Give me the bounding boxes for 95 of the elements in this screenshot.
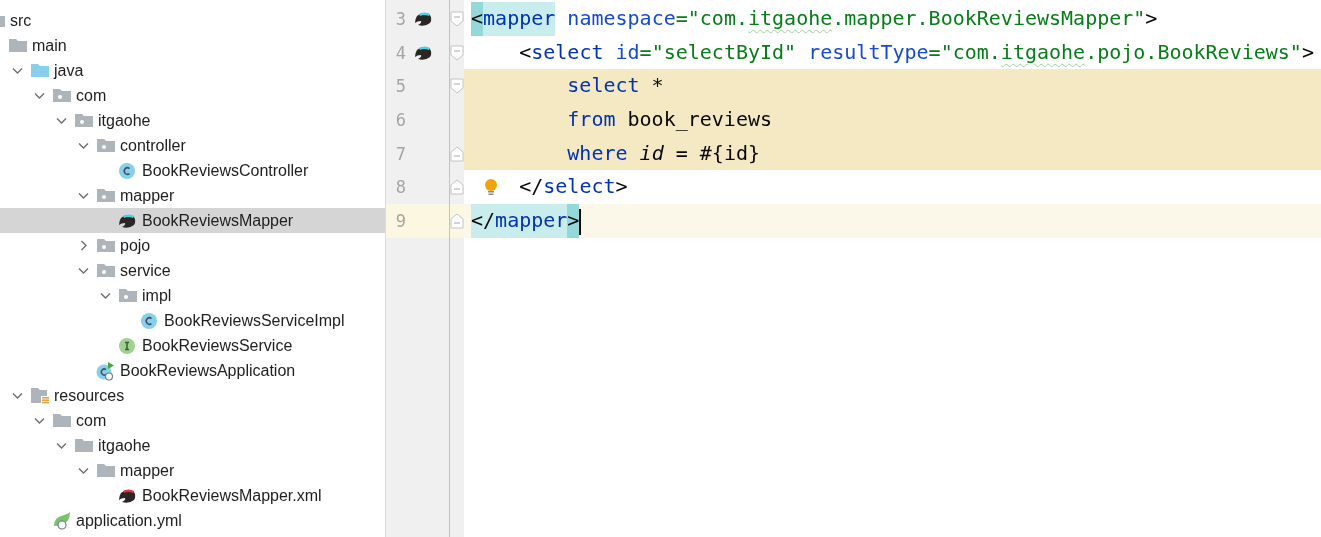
tree-item[interactable]: BookReviewsServiceImpl <box>0 308 385 333</box>
folder-icon <box>96 238 116 253</box>
tree-item-label: impl <box>142 286 172 305</box>
tree-item[interactable]: java <box>0 58 385 83</box>
chevron-icon[interactable] <box>78 265 89 276</box>
chevron-icon[interactable] <box>12 65 23 76</box>
chevron-icon[interactable] <box>78 190 89 201</box>
line-number: 4 <box>394 42 406 63</box>
line-number: 8 <box>394 177 406 198</box>
tree-item-label: mapper <box>120 461 175 480</box>
tree-item[interactable]: BookReviewsController <box>0 158 385 183</box>
tree-item-label: BookReviewsServiceImpl <box>164 311 345 330</box>
tree-item-label: resources <box>54 386 125 405</box>
spring-leaf-icon <box>52 511 72 530</box>
chevron-icon[interactable] <box>56 440 67 451</box>
mybatis-bird-icon <box>118 212 138 229</box>
folder-icon <box>96 188 116 203</box>
lightbulb-icon[interactable] <box>484 178 498 197</box>
code-line: <mapper namespace="com.itgaohe.mapper.BookReviewsMapper"> <box>471 2 1158 36</box>
interface-icon <box>118 336 136 355</box>
line-number: 3 <box>394 8 406 29</box>
tree-item-label: src <box>10 11 32 30</box>
tree-item-label: itgaohe <box>98 436 151 455</box>
line-number: 9 <box>394 210 406 231</box>
tree-item-label: BookReviewsService <box>142 336 293 355</box>
code-line: <select id="selectById" resultType="com.itgaohe.pojo.BookReviews"> <box>519 38 1314 66</box>
line-number: 6 <box>394 109 406 130</box>
tree-item[interactable]: BookReviewsService <box>0 333 385 358</box>
folder-icon <box>96 463 116 478</box>
folder-icon <box>74 113 94 128</box>
tree-item[interactable]: impl <box>0 283 385 308</box>
tree-item[interactable]: mapper <box>0 458 385 483</box>
tree-item[interactable]: service <box>0 258 385 283</box>
tree-item[interactable]: com <box>0 83 385 108</box>
tree-item-label: mapper <box>120 186 175 205</box>
code-line: from book_reviews <box>567 106 773 134</box>
tree-item-label: BookReviewsMapper.xml <box>142 486 322 505</box>
tree-item[interactable]: BookReviewsMapper <box>0 208 385 233</box>
tree-item[interactable]: controller <box>0 133 385 158</box>
chevron-icon[interactable] <box>34 415 45 426</box>
folder-icon <box>118 288 138 303</box>
tree-item-label: com <box>76 411 107 430</box>
folder-icon <box>96 263 116 278</box>
tag-match-highlight: mapper <box>495 204 568 238</box>
resources-folder-icon <box>30 387 50 404</box>
code-line: select * <box>567 72 664 100</box>
chevron-icon[interactable] <box>78 465 89 476</box>
chevron-icon[interactable] <box>34 90 45 101</box>
tree-item[interactable]: resources <box>0 383 385 408</box>
mybatis-bird-icon <box>118 487 138 504</box>
folder-icon <box>52 88 72 103</box>
folder-icon <box>8 38 28 53</box>
tree-item[interactable]: src <box>0 8 385 33</box>
tree-item[interactable]: pojo <box>0 233 385 258</box>
tree-item-label: BookReviewsMapper <box>142 211 294 230</box>
tree-item[interactable]: itgaohe <box>0 433 385 458</box>
tree-item-label: com <box>76 86 107 105</box>
line-number: 5 <box>394 76 406 97</box>
chevron-icon[interactable] <box>56 115 67 126</box>
chevron-icon[interactable] <box>12 390 23 401</box>
tree-item-label: java <box>54 61 84 80</box>
folder-icon <box>74 438 94 453</box>
tree-item-label: application.yml <box>76 511 182 530</box>
code-line: where id = #{id} <box>567 139 760 167</box>
tree-item[interactable]: application.yml <box>0 508 385 533</box>
tree-item-label: main <box>32 36 67 55</box>
tree-item[interactable]: BookReviewsApplication <box>0 358 385 383</box>
tree-item-label: BookReviewsController <box>142 161 309 180</box>
mybatis-bird-icon <box>414 44 434 62</box>
tree-item[interactable]: mapper <box>0 183 385 208</box>
chevron-icon[interactable] <box>78 240 89 251</box>
tag-match-highlight: < <box>471 2 484 36</box>
class-icon <box>118 161 136 180</box>
tree-item[interactable]: BookReviewsMapper.xml <box>0 483 385 508</box>
code-line: </select> <box>519 173 628 201</box>
folder-icon <box>30 63 50 78</box>
mybatis-bird-icon <box>414 10 434 28</box>
tree-item[interactable]: main <box>0 33 385 58</box>
line-number: 7 <box>394 143 406 164</box>
tag-match-highlight: mapper <box>483 2 556 36</box>
tree-item-label: pojo <box>120 236 151 255</box>
chevron-icon[interactable] <box>100 290 111 301</box>
tag-match-highlight: > <box>567 204 580 238</box>
tag-match-highlight: </ <box>471 204 496 238</box>
folder-icon <box>52 413 72 428</box>
folder-icon <box>96 138 116 153</box>
class-icon <box>140 311 158 330</box>
tree-item[interactable]: com <box>0 408 385 433</box>
tree-item-label: controller <box>120 136 186 155</box>
tree-item-label: BookReviewsApplication <box>120 361 296 380</box>
chevron-icon[interactable] <box>78 140 89 151</box>
tree-item-label: itgaohe <box>98 111 151 130</box>
tree-item[interactable]: itgaohe <box>0 108 385 133</box>
spring-app-icon <box>96 360 116 381</box>
tree-item-label: service <box>120 261 171 280</box>
